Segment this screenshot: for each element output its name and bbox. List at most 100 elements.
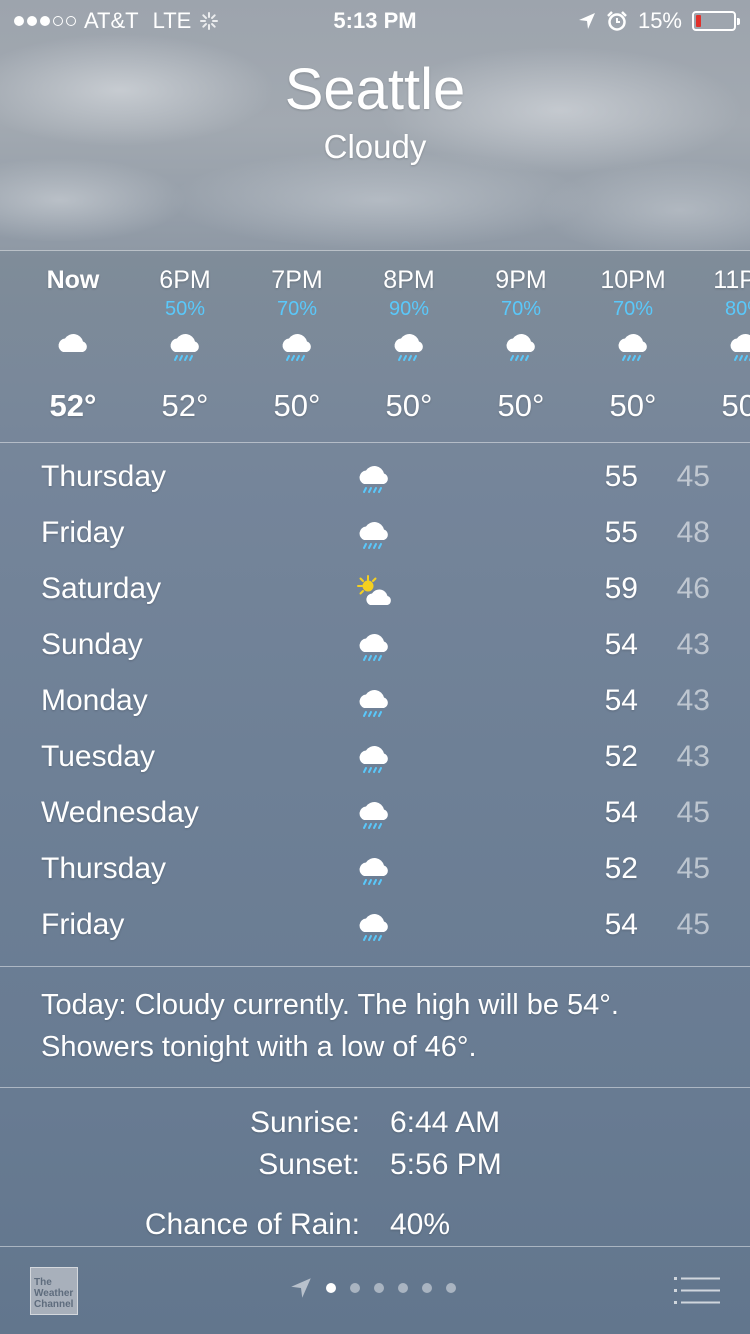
rain-cloud-icon: [354, 460, 396, 500]
divider: [0, 442, 750, 443]
page-indicator[interactable]: [290, 1277, 456, 1299]
battery-icon: [692, 11, 740, 31]
page-dot[interactable]: [326, 1283, 336, 1293]
sunrise-label: Sunrise:: [249, 1106, 360, 1139]
rain-cloud-icon: [277, 328, 317, 368]
location-arrow-icon: [291, 1278, 311, 1298]
rain-chance-label: Chance of Rain:: [144, 1208, 360, 1241]
rain-cloud-icon: [725, 328, 750, 368]
weather-channel-logo[interactable]: The Weather Channel: [30, 1267, 78, 1315]
day-name: Friday: [41, 516, 125, 549]
day-name: Tuesday: [41, 740, 155, 773]
rain-cloud-icon: [613, 328, 653, 368]
hour-label: 7PM: [271, 266, 323, 294]
hour-label: 8PM: [383, 266, 435, 294]
day-name: Wednesday: [41, 796, 199, 829]
page-dot[interactable]: [374, 1283, 384, 1293]
rain-chance-value: 40%: [390, 1208, 451, 1241]
hourly-forecast[interactable]: Now 52° 6PM 50% 52° 7PM 70% 50° 8PM 90% 50° 9PM 70% 5…: [0, 252, 750, 440]
precip-chance: 90%: [388, 298, 430, 320]
page-dot[interactable]: [446, 1283, 456, 1293]
day-low: 43: [676, 684, 710, 717]
current-condition: Cloudy: [323, 128, 427, 165]
day-name: Monday: [41, 684, 148, 717]
daily-row: Thursday 55 45: [0, 450, 750, 506]
rain-cloud-icon: [354, 684, 396, 724]
precip-chance: 70%: [612, 298, 654, 320]
daily-row: Thursday 52 45: [0, 842, 750, 898]
daily-row: Wednesday 54 45: [0, 786, 750, 842]
day-low: 45: [676, 460, 710, 493]
battery-percent: 15%: [637, 8, 682, 33]
footer-toolbar: The Weather Channel: [0, 1247, 750, 1334]
hour-temp: 52°: [161, 388, 209, 423]
hour-temp: 52°: [49, 388, 97, 423]
day-high: 54: [604, 684, 638, 717]
hour-label: 6PM: [159, 266, 211, 294]
partly-sunny-icon: [354, 572, 396, 612]
day-low: 45: [676, 908, 710, 941]
precip-chance: 70%: [500, 298, 542, 320]
daily-row: Tuesday 52 43: [0, 730, 750, 786]
precip-chance: 50%: [164, 298, 206, 320]
rain-cloud-icon: [354, 628, 396, 668]
day-high: 54: [604, 796, 638, 829]
rain-cloud-icon: [354, 908, 396, 948]
hour-temp: 50°: [497, 388, 545, 423]
divider: [0, 1087, 750, 1088]
day-name: Thursday: [41, 460, 167, 493]
daily-row: Friday 55 48: [0, 506, 750, 562]
hour-temp: 50°: [721, 388, 750, 423]
page-dot[interactable]: [398, 1283, 408, 1293]
precip-chance: 70%: [276, 298, 318, 320]
sunset-label: Sunset:: [258, 1148, 360, 1181]
day-high: 55: [604, 516, 638, 549]
day-high: 52: [604, 852, 638, 885]
day-low: 43: [676, 628, 710, 661]
daily-row: Sunday 54 43: [0, 618, 750, 674]
hour-temp: 50°: [273, 388, 321, 423]
day-high: 59: [604, 572, 638, 605]
status-right: 15%: [578, 8, 740, 34]
day-high: 54: [604, 628, 638, 661]
sunrise-value: 6:44 AM: [390, 1106, 501, 1139]
alarm-clock-icon: [607, 11, 627, 31]
day-name: Thursday: [41, 852, 167, 885]
rain-cloud-icon: [354, 740, 396, 780]
summary-line-2: Showers tonight with a low of 46°.: [41, 1031, 477, 1063]
city-name: Seattle: [284, 57, 466, 122]
day-high: 54: [604, 908, 638, 941]
page-dot[interactable]: [422, 1283, 432, 1293]
day-name: Saturday: [41, 572, 162, 605]
status-bar: AT&T LTE 5:13 PM 15%: [0, 0, 750, 40]
forecast-summary: Today: Cloudy currently. The high will b…: [41, 984, 721, 1068]
day-low: 45: [676, 796, 710, 829]
day-low: 46: [676, 572, 710, 605]
summary-line-1: Today: Cloudy currently. The high will b…: [41, 989, 619, 1021]
location-arrow-icon: [578, 13, 595, 29]
hour-label: Now: [46, 266, 100, 294]
hour-label: 11PM: [713, 266, 750, 294]
hour-temp: 50°: [609, 388, 657, 423]
daily-row: Saturday 59 46: [0, 562, 750, 618]
hour-temp: 50°: [385, 388, 433, 423]
cloud-icon: [53, 328, 93, 368]
day-low: 45: [676, 852, 710, 885]
divider: [0, 966, 750, 967]
rain-cloud-icon: [389, 328, 429, 368]
daily-row: Monday 54 43: [0, 674, 750, 730]
divider: [0, 250, 750, 251]
day-high: 55: [604, 460, 638, 493]
hour-label: 9PM: [495, 266, 547, 294]
rain-cloud-icon: [165, 328, 205, 368]
day-low: 43: [676, 740, 710, 773]
day-name: Sunday: [41, 628, 143, 661]
day-name: Friday: [41, 908, 125, 941]
page-dot[interactable]: [350, 1283, 360, 1293]
city-list-icon[interactable]: [674, 1273, 720, 1309]
rain-cloud-icon: [501, 328, 541, 368]
rain-cloud-icon: [354, 852, 396, 892]
day-high: 52: [604, 740, 638, 773]
rain-cloud-icon: [354, 796, 396, 836]
day-low: 48: [676, 516, 710, 549]
